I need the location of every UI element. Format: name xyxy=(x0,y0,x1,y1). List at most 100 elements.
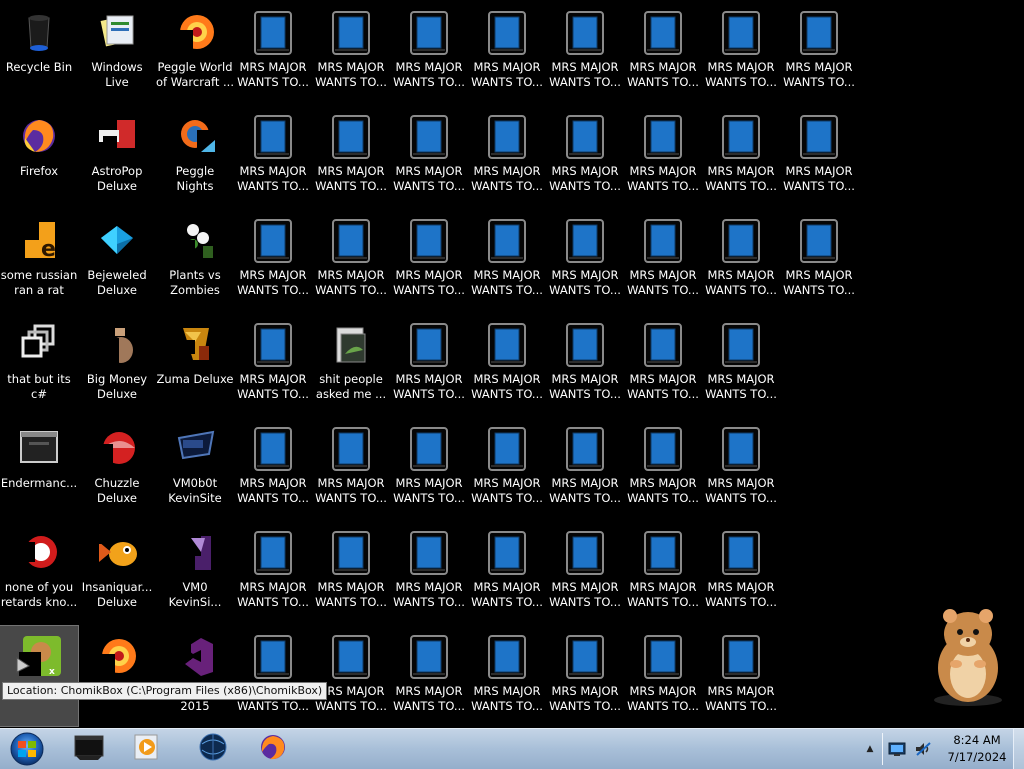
desktop-icon-mrs-major[interactable]: MRS MAJOR WANTS TO... xyxy=(780,2,858,102)
show-desktop-button[interactable] xyxy=(1013,729,1024,769)
desktop-icon[interactable]: Firefox xyxy=(0,106,78,206)
desktop-icon-label: MRS MAJOR WANTS TO... xyxy=(471,372,543,401)
network-tray-icon[interactable] xyxy=(888,741,906,757)
desktop-icon-mrs-major[interactable]: MRS MAJOR WANTS TO... xyxy=(546,2,624,102)
start-button[interactable] xyxy=(4,730,50,768)
desktop-icon[interactable]: AstroPop Deluxe xyxy=(78,106,156,206)
desktop-icon[interactable]: Zuma Deluxe xyxy=(156,314,234,414)
desktop-icon-mrs-major[interactable]: MRS MAJOR WANTS TO... xyxy=(468,314,546,414)
desktop-icon[interactable]: Insaniquar... Deluxe xyxy=(78,522,156,622)
desktop-icon-label: MRS MAJOR WANTS TO... xyxy=(549,372,621,401)
taskbar-app-globe[interactable] xyxy=(184,730,242,768)
desktop-icon-mrs-major[interactable]: MRS MAJOR WANTS TO... xyxy=(234,626,312,726)
desktop-icon-mrs-major[interactable]: MRS MAJOR WANTS TO... xyxy=(702,106,780,206)
desktop-icon-mrs-major[interactable]: MRS MAJOR WANTS TO... xyxy=(702,522,780,622)
desktop-icon-label: MRS MAJOR WANTS TO... xyxy=(471,580,543,609)
desktop-icon-mrs-major[interactable]: MRS MAJOR WANTS TO... xyxy=(468,418,546,518)
desktop-icon-label: MRS MAJOR WANTS TO... xyxy=(315,164,387,193)
desktop-icon-mrs-major[interactable]: MRS MAJOR WANTS TO... xyxy=(390,418,468,518)
desktop-icon-mrs-major[interactable]: MRS MAJOR WANTS TO... xyxy=(546,106,624,206)
desktop-icon-mrs-major[interactable]: MRS MAJOR WANTS TO... xyxy=(390,522,468,622)
desktop-icon[interactable] xyxy=(78,626,156,726)
svg-text:x: x xyxy=(49,667,55,677)
desktop-icon-mrs-major[interactable]: MRS MAJOR WANTS TO... xyxy=(624,522,702,622)
desktop-icon-label: shit people asked me ... xyxy=(315,372,387,401)
desktop-icon-mrs-major[interactable]: MRS MAJOR WANTS TO... xyxy=(546,418,624,518)
volume-tray-icon[interactable] xyxy=(914,741,932,757)
desktop-icon-mrs-major[interactable]: MRS MAJOR WANTS TO... xyxy=(234,314,312,414)
desktop-icon-mrs-major[interactable]: MRS MAJOR WANTS TO... xyxy=(312,626,390,726)
desktop-icon-mrs-major[interactable]: MRS MAJOR WANTS TO... xyxy=(468,522,546,622)
desktop-icon[interactable]: Peggle Nights Deluxe xyxy=(156,106,234,206)
desktop-icon-mrs-major[interactable]: MRS MAJOR WANTS TO... xyxy=(234,210,312,310)
desktop-icon-mrs-major[interactable]: MRS MAJOR WANTS TO... xyxy=(234,522,312,622)
desktop-icon-mrs-major[interactable]: MRS MAJOR WANTS TO... xyxy=(468,626,546,726)
desktop-icon-mrs-major[interactable]: MRS MAJOR WANTS TO... xyxy=(312,2,390,102)
desktop-icon-mrs-major[interactable]: MRS MAJOR WANTS TO... xyxy=(624,106,702,206)
desktop-icon-mrs-major[interactable]: MRS MAJOR WANTS TO... xyxy=(702,210,780,310)
desktop-icon-mrs-major[interactable]: MRS MAJOR WANTS TO... xyxy=(468,2,546,102)
desktop-icon-mrs-major[interactable]: MRS MAJOR WANTS TO... xyxy=(390,2,468,102)
desktop-icon[interactable]: none of you retards kno... xyxy=(0,522,78,622)
desktop-icon[interactable]: VM0b0t KevinSite xyxy=(156,418,234,518)
desktop-icon-mrs-major[interactable]: MRS MAJOR WANTS TO... xyxy=(702,626,780,726)
desktop[interactable]: Recycle Bin Firefox e some russian ran a ra… xyxy=(0,0,1024,728)
mrs-major-icon xyxy=(481,630,533,682)
desktop-icon-mrs-major[interactable]: MRS MAJOR WANTS TO... xyxy=(624,2,702,102)
desktop-icon-mrs-major[interactable]: MRS MAJOR WANTS TO... xyxy=(312,210,390,310)
desktop-icon-mrs-major[interactable]: MRS MAJOR WANTS TO... xyxy=(312,522,390,622)
desktop-icon-mrs-major[interactable]: MRS MAJOR WANTS TO... xyxy=(624,314,702,414)
desktop-icon-label: MRS MAJOR WANTS TO... xyxy=(549,268,621,297)
desktop-icon-mrs-major[interactable]: MRS MAJOR WANTS TO... xyxy=(546,314,624,414)
desktop-icon[interactable]: Windows Live Mail xyxy=(78,2,156,102)
desktop-icon-mrs-major[interactable]: MRS MAJOR WANTS TO... xyxy=(702,2,780,102)
desktop-icon-mrs-major[interactable]: MRS MAJOR WANTS TO... xyxy=(624,210,702,310)
desktop-icon[interactable]: x xyxy=(0,625,79,727)
desktop-icon-mrs-major[interactable]: MRS MAJOR WANTS TO... xyxy=(546,626,624,726)
desktop-icon[interactable]: Chuzzle Deluxe xyxy=(78,418,156,518)
desktop-icon[interactable]: Endermanc... xyxy=(0,418,78,518)
desktop-icon-label: Recycle Bin xyxy=(5,60,73,74)
desktop-icon-mrs-major[interactable]: MRS MAJOR WANTS TO... xyxy=(780,106,858,206)
desktop-icon-mrs-major[interactable]: MRS MAJOR WANTS TO... xyxy=(702,418,780,518)
mrs-major-icon xyxy=(325,214,377,266)
desktop-icon-mrs-major[interactable]: MRS MAJOR WANTS TO... xyxy=(390,626,468,726)
mrs-major-icon xyxy=(403,110,455,162)
taskbar-clock[interactable]: 8:24 AM 7/17/2024 xyxy=(942,732,1012,766)
desktop-icon-folder[interactable]: shit people asked me ... xyxy=(312,314,390,414)
desktop-icon[interactable]: Bejeweled Deluxe xyxy=(78,210,156,310)
desktop-icon-mrs-major[interactable]: MRS MAJOR WANTS TO... xyxy=(390,314,468,414)
desktop-icon-label: MRS MAJOR WANTS TO... xyxy=(783,164,855,193)
mrs-major-icon xyxy=(481,110,533,162)
desktop-icon-mrs-major[interactable]: MRS MAJOR WANTS TO... xyxy=(312,106,390,206)
desktop-icon-mrs-major[interactable]: MRS MAJOR WANTS TO... xyxy=(390,106,468,206)
taskbar-app-media-player[interactable] xyxy=(118,730,176,768)
desktop-icon[interactable]: Peggle World of Warcraft ... xyxy=(156,2,234,102)
desktop-icon-mrs-major[interactable]: MRS MAJOR WANTS TO... xyxy=(546,210,624,310)
mrs-major-icon xyxy=(559,630,611,682)
desktop-icon[interactable]: that but its c# xyxy=(0,314,78,414)
desktop-icon-mrs-major[interactable]: MRS MAJOR WANTS TO... xyxy=(624,626,702,726)
desktop-icon-mrs-major[interactable]: MRS MAJOR WANTS TO... xyxy=(780,210,858,310)
desktop-icon[interactable]: Plants vs Zombies xyxy=(156,210,234,310)
desktop-icon[interactable]: Big Money Deluxe xyxy=(78,314,156,414)
desktop-icon-mrs-major[interactable]: MRS MAJOR WANTS TO... xyxy=(468,210,546,310)
desktop-icon-mrs-major[interactable]: MRS MAJOR WANTS TO... xyxy=(234,418,312,518)
tray-expand-arrow[interactable]: ▲ xyxy=(864,743,876,755)
desktop-icon[interactable]: Recycle Bin xyxy=(0,2,78,102)
desktop-icon-mrs-major[interactable]: MRS MAJOR WANTS TO... xyxy=(468,106,546,206)
desktop-icon[interactable]: 2015 xyxy=(156,626,234,726)
desktop-icon[interactable]: VM0 KevinSi... xyxy=(156,522,234,622)
taskbar-app-terminal[interactable] xyxy=(60,730,118,768)
desktop-icon-mrs-major[interactable]: MRS MAJOR WANTS TO... xyxy=(624,418,702,518)
desktop-icon[interactable]: e some russian ran a rat xyxy=(0,210,78,310)
peggle-nights-icon xyxy=(169,110,221,162)
desktop-icon-mrs-major[interactable]: MRS MAJOR WANTS TO... xyxy=(234,2,312,102)
desktop-icon-mrs-major[interactable]: MRS MAJOR WANTS TO... xyxy=(390,210,468,310)
desktop-icon-mrs-major[interactable]: MRS MAJOR WANTS TO... xyxy=(702,314,780,414)
desktop-icon-label: Endermanc... xyxy=(0,476,78,490)
taskbar-app-firefox[interactable] xyxy=(244,730,302,768)
desktop-icon-mrs-major[interactable]: MRS MAJOR WANTS TO... xyxy=(312,418,390,518)
desktop-icon-mrs-major[interactable]: MRS MAJOR WANTS TO... xyxy=(234,106,312,206)
desktop-icon-mrs-major[interactable]: MRS MAJOR WANTS TO... xyxy=(546,522,624,622)
